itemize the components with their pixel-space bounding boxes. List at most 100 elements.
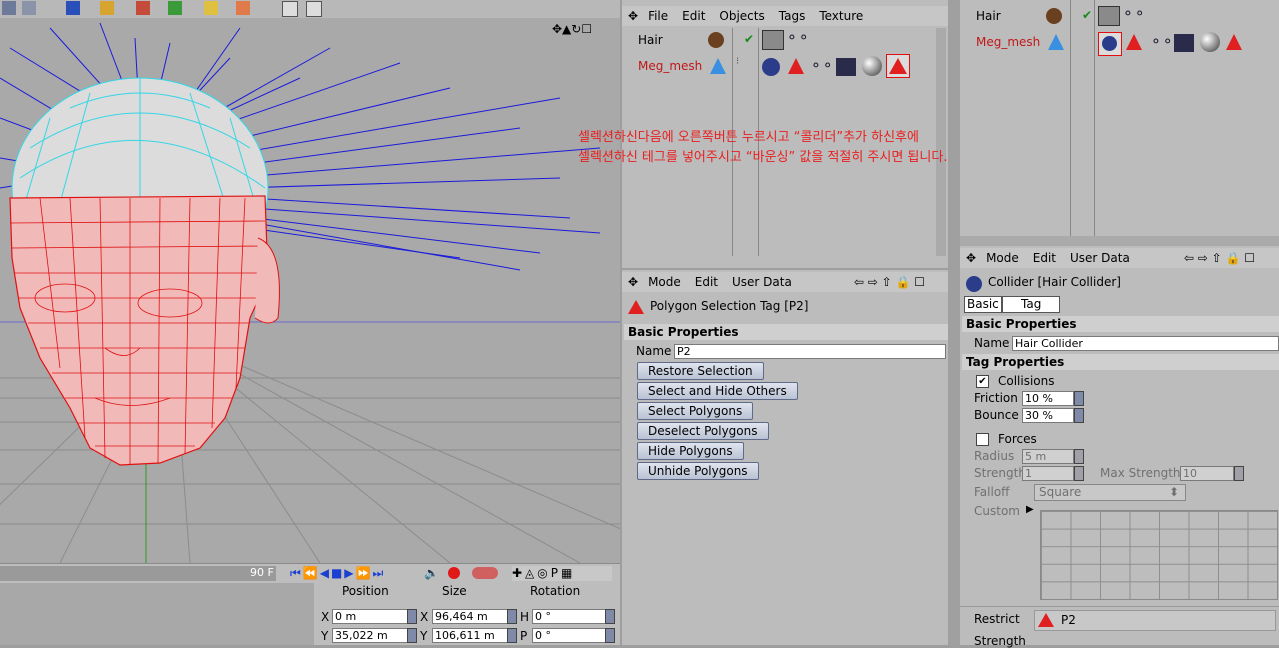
help-icon[interactable]: [282, 1, 298, 17]
selection-tag-icon[interactable]: [788, 58, 804, 74]
pos-y-field[interactable]: 35,022 m: [332, 628, 408, 643]
panel-separator[interactable]: [948, 0, 960, 645]
pos-x-spinner[interactable]: [407, 609, 417, 624]
hide-polygons-button[interactable]: Hide Polygons: [637, 442, 744, 460]
tab-basic[interactable]: Basic: [964, 296, 1002, 313]
am-right-name-field[interactable]: Hair Collider: [1012, 336, 1279, 351]
om-right-selection-tag-icon[interactable]: [1126, 34, 1142, 50]
timeline-track[interactable]: [0, 566, 276, 581]
pos-y-spinner[interactable]: [407, 628, 417, 643]
rot-h-spinner[interactable]: [605, 609, 615, 624]
unhide-polygons-button[interactable]: Unhide Polygons: [637, 462, 759, 480]
autokey-icon[interactable]: [472, 567, 498, 579]
sound-icon[interactable]: 🔈: [424, 566, 439, 580]
render-view-icon[interactable]: [22, 1, 36, 15]
om-menu-file[interactable]: File: [648, 9, 668, 23]
tag-icon-3[interactable]: [836, 58, 856, 76]
am-right-menu-edit[interactable]: Edit: [1033, 251, 1056, 265]
tag-icon-2[interactable]: ⚬⚬: [810, 58, 833, 74]
radius-spinner[interactable]: [1074, 449, 1084, 464]
collisions-checkbox[interactable]: ✔: [976, 375, 989, 388]
select-and-hide-others-button[interactable]: Select and Hide Others: [637, 382, 798, 400]
am-mid-menu-icon[interactable]: ✥: [628, 275, 638, 289]
om-right-checkmark-icon[interactable]: ✔: [1082, 8, 1092, 22]
falloff-curve-graph[interactable]: [1040, 510, 1278, 600]
bounce-spinner[interactable]: [1074, 408, 1084, 423]
om-right-selection-tag-icon-2[interactable]: [1226, 34, 1242, 50]
layout-icon[interactable]: [2, 1, 16, 15]
om-right-hscrollbar[interactable]: [960, 236, 1279, 246]
pos-x-field[interactable]: 0 m: [332, 609, 408, 624]
collider-tag-icon[interactable]: [762, 58, 780, 76]
scene-icon[interactable]: [236, 1, 250, 15]
rot-p-field[interactable]: 0 °: [532, 628, 606, 643]
am-right-menu-icon[interactable]: ✥: [966, 251, 976, 265]
rot-h-field[interactable]: 0 °: [532, 609, 606, 624]
active-selection-tag-icon[interactable]: [886, 54, 910, 78]
am-right-nav-arrows[interactable]: ⇦ ⇨ ⇧ 🔒 ☐: [1184, 251, 1255, 265]
tab-tag[interactable]: Tag: [1002, 296, 1060, 313]
friction-spinner[interactable]: [1074, 391, 1084, 406]
select-polygons-button[interactable]: Select Polygons: [637, 402, 754, 420]
om-object-hair[interactable]: Hair: [638, 33, 663, 47]
om-menu-objects[interactable]: Objects: [719, 9, 764, 23]
om-object-megmesh[interactable]: Meg_mesh: [638, 59, 702, 73]
viewport-scene: [0, 22, 620, 563]
cube-icon[interactable]: [66, 1, 80, 15]
rot-p-spinner[interactable]: [605, 628, 615, 643]
record-icon[interactable]: [448, 567, 460, 579]
am-right-menu-userdata[interactable]: User Data: [1070, 251, 1130, 265]
om-right-tag-icon-3[interactable]: [1174, 34, 1194, 52]
am-mid-menu-edit[interactable]: Edit: [695, 275, 718, 289]
size-y-field[interactable]: 106,611 m: [432, 628, 508, 643]
collider-title-icon: [966, 276, 982, 292]
om-right-hair-icon: [1046, 8, 1062, 24]
strength-spinner[interactable]: [1074, 466, 1084, 481]
am-right-basic-header: Basic Properties: [962, 316, 1279, 332]
om-right-hair-material-icon[interactable]: [1098, 6, 1120, 26]
restore-selection-button[interactable]: Restore Selection: [637, 362, 764, 380]
om-right-active-collider-icon[interactable]: [1098, 32, 1122, 56]
radius-field[interactable]: 5 m: [1022, 449, 1074, 464]
dot-icon[interactable]: ⁝: [736, 56, 739, 67]
array-icon[interactable]: [168, 1, 182, 15]
friction-field[interactable]: 10 %: [1022, 391, 1074, 406]
deformer-icon[interactable]: [204, 1, 218, 15]
keyframe-tools[interactable]: ✚◬◎P▦: [512, 566, 612, 581]
size-x-field[interactable]: 96,464 m: [432, 609, 508, 624]
falloff-dropdown[interactable]: Square ⬍: [1034, 484, 1186, 501]
hair-material-tag-icon[interactable]: [762, 30, 784, 50]
am-right-menu-mode[interactable]: Mode: [986, 251, 1019, 265]
am-mid-name-field[interactable]: P2: [674, 344, 946, 359]
spline-pen-icon[interactable]: [100, 1, 114, 15]
size-y-spinner[interactable]: [507, 628, 517, 643]
om-menu-icon[interactable]: ✥: [628, 9, 638, 23]
bounce-field[interactable]: 30 %: [1022, 408, 1074, 423]
om-menu-edit[interactable]: Edit: [682, 9, 705, 23]
om-right-megmesh-label[interactable]: Meg_mesh: [976, 35, 1040, 49]
transport-controls[interactable]: ⏮⏪◀■▶⏩⏭: [290, 566, 385, 581]
om-right-material-sphere-icon[interactable]: [1200, 32, 1220, 52]
deselect-polygons-button[interactable]: Deselect Polygons: [637, 422, 769, 440]
custom-expand-icon[interactable]: ▶: [1026, 504, 1034, 515]
max-strength-spinner[interactable]: [1234, 466, 1244, 481]
om-menu-texture[interactable]: Texture: [819, 9, 863, 23]
om-right-tag-icon-2[interactable]: ⚬⚬: [1150, 34, 1173, 50]
forces-checkbox[interactable]: [976, 433, 989, 446]
strength-field[interactable]: 1: [1022, 466, 1074, 481]
am-mid-menu-mode[interactable]: Mode: [648, 275, 681, 289]
am-mid-nav-arrows[interactable]: ⇦ ⇨ ⇧ 🔒 ☐: [854, 275, 925, 289]
om-menu-tags[interactable]: Tags: [779, 9, 806, 23]
am-mid-menu-userdata[interactable]: User Data: [732, 275, 792, 289]
size-x-spinner[interactable]: [507, 609, 517, 624]
hair-tag-icon[interactable]: ⚬⚬: [786, 30, 809, 46]
checkmark-icon[interactable]: ✔: [744, 32, 754, 46]
max-strength-field[interactable]: 10: [1180, 466, 1234, 481]
om-right-hair-label[interactable]: Hair: [976, 9, 1001, 23]
help-object-icon[interactable]: [306, 1, 322, 17]
om-right-hair-tag-icon[interactable]: ⚬⚬: [1122, 6, 1145, 22]
nurbs-icon[interactable]: [136, 1, 150, 15]
restrict-field[interactable]: P2: [1034, 610, 1276, 631]
viewport[interactable]: ✥▲↻☐: [0, 18, 620, 563]
material-sphere-icon[interactable]: [862, 56, 882, 76]
